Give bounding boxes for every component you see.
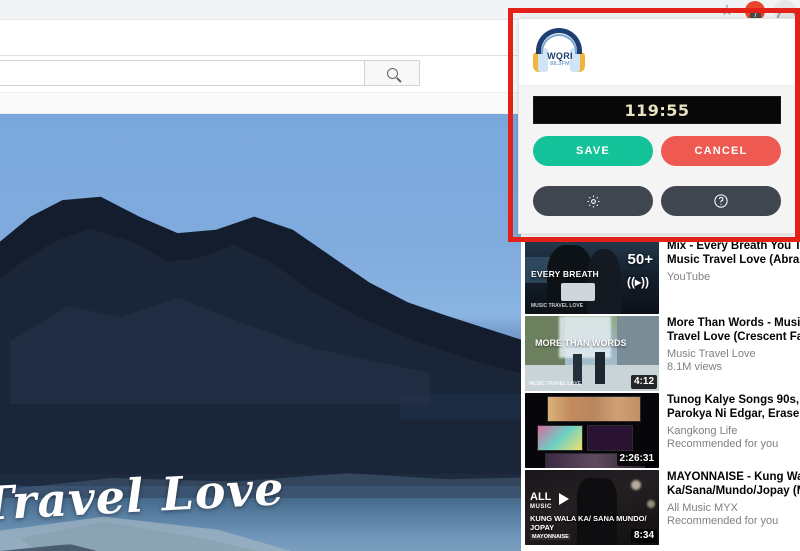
- thumbnail-corner-logo: MAYONNAISE: [530, 534, 571, 540]
- help-button[interactable]: [661, 186, 781, 216]
- thumb-person-left: [573, 354, 582, 384]
- video-views: Recommended for you: [667, 438, 779, 450]
- search-button[interactable]: [365, 60, 420, 86]
- secondary-button-row: [533, 186, 781, 216]
- browser-toolbar: [0, 0, 800, 20]
- video-title-line2: Travel Love (Crescent Falls,...: [667, 331, 800, 343]
- search-icon: [386, 67, 398, 79]
- video-views: Recommended for you: [667, 515, 779, 527]
- list-item[interactable]: 2:26:31 Tunog Kalye Songs 90s, Parokya N…: [525, 393, 800, 470]
- thumbnail-corner-logo: MUSIC TRAVEL LOVE: [529, 381, 582, 387]
- primary-button-row: SAVE CANCEL: [533, 136, 781, 166]
- thumbnail-text: MORE THAN WORDS: [535, 338, 627, 348]
- gear-icon: [586, 194, 601, 209]
- popup-header: WQRI 88.3FM: [519, 19, 795, 86]
- video-channel[interactable]: All Music MYX: [667, 502, 800, 514]
- video-duration: 8:34: [630, 529, 657, 543]
- station-frequency: 88.3FM: [550, 61, 570, 67]
- video-meta: Mix - Every Breath You Take Music Travel…: [667, 239, 800, 284]
- video-title-line1: Tunog Kalye Songs 90s,: [667, 394, 800, 406]
- station-logo-text: WQRI 88.3FM: [544, 52, 576, 68]
- video-title-line2: Music Travel Love (Abraham: [667, 254, 800, 266]
- video-thumbnail[interactable]: 2:26:31: [525, 393, 659, 468]
- video-channel[interactable]: Music Travel Love: [667, 348, 800, 360]
- video-meta: Tunog Kalye Songs 90s, Parokya Ni Edgar,…: [667, 393, 800, 450]
- thumbnail-text: EVERY BREATH: [531, 269, 599, 279]
- thumbnail-text: ALL MUSIC: [530, 492, 552, 512]
- video-title-line1: Mix - Every Breath You Take: [667, 240, 800, 252]
- settings-button[interactable]: [533, 186, 653, 216]
- list-item[interactable]: ALL MUSIC KUNG WALA KA/ SANA MUNDO/ JOPA…: [525, 470, 800, 547]
- thumb-laptop: [561, 283, 595, 301]
- save-button[interactable]: SAVE: [533, 136, 653, 166]
- question-mark-icon: [713, 193, 729, 209]
- thumbnail-brand-line2: MUSIC: [530, 504, 552, 510]
- video-title[interactable]: MAYONNAISE - Kung Wala Ka/Sana/Mundo/Jop…: [667, 470, 800, 498]
- mix-radio-icon: ((▸)): [626, 275, 649, 289]
- video-views: 8.1M views: [667, 361, 723, 373]
- play-triangle-icon: [559, 493, 569, 505]
- screen-root: ☆ 7 Travel Love EVERY BREATH MUSIC TRAVE…: [0, 0, 800, 551]
- video-channel[interactable]: Kangkong Life: [667, 425, 800, 437]
- popup-body: 119:55 SAVE CANCEL: [519, 86, 795, 228]
- headphones-icon: WQRI 88.3FM: [531, 26, 587, 78]
- list-item[interactable]: MORE THAN WORDS MUSIC TRAVEL LOVE 4:12 M…: [525, 316, 800, 393]
- thumb-stage-light-1: [631, 480, 641, 490]
- thumb-collage-mid-left: [537, 425, 583, 451]
- timer-display: 119:55: [533, 96, 781, 124]
- thumb-stage-light-2: [647, 500, 655, 508]
- list-item[interactable]: EVERY BREATH MUSIC TRAVEL LOVE 50+ ((▸))…: [525, 239, 800, 316]
- video-duration: 4:12: [630, 375, 657, 389]
- video-duration: 2:26:31: [616, 452, 657, 466]
- video-title[interactable]: Tunog Kalye Songs 90s, Parokya Ni Edgar,…: [667, 393, 800, 421]
- video-title-line1: MAYONNAISE - Kung Wala: [667, 471, 800, 483]
- video-title-line2: Parokya Ni Edgar, Eraserhead: [667, 408, 800, 420]
- video-title[interactable]: Mix - Every Breath You Take Music Travel…: [667, 239, 800, 267]
- video-player[interactable]: Travel Love: [0, 114, 521, 551]
- video-meta: More Than Words - Music Travel Love (Cre…: [667, 316, 800, 373]
- thumb-person-right: [595, 352, 605, 384]
- station-callsign: WQRI: [547, 51, 573, 61]
- video-thumbnail[interactable]: EVERY BREATH MUSIC TRAVEL LOVE 50+ ((▸)): [525, 239, 659, 314]
- video-title-line1: More Than Words - Music: [667, 317, 800, 329]
- video-thumbnail[interactable]: ALL MUSIC KUNG WALA KA/ SANA MUNDO/ JOPA…: [525, 470, 659, 545]
- thumb-performer: [577, 478, 617, 545]
- thumb-collage-mid-right: [587, 425, 633, 451]
- mix-count-badge: 50+: [627, 251, 653, 268]
- thumbnail-song-line1: KUNG WALA KA/ SANA: [530, 514, 615, 523]
- thumbnail-corner-logo: MUSIC TRAVEL LOVE: [531, 303, 584, 309]
- thumb-collage-top: [547, 396, 641, 422]
- video-title-line2: Ka/Sana/Mundo/Jopay (MY: [667, 485, 800, 497]
- video-thumbnail[interactable]: MORE THAN WORDS MUSIC TRAVEL LOVE 4:12: [525, 316, 659, 391]
- search-input[interactable]: [0, 60, 365, 86]
- thumb-figure-right: [587, 249, 621, 314]
- video-channel[interactable]: YouTube: [667, 271, 800, 283]
- extension-popup[interactable]: WQRI 88.3FM 119:55 SAVE CANCEL: [518, 18, 796, 234]
- video-meta: MAYONNAISE - Kung Wala Ka/Sana/Mundo/Jop…: [667, 470, 800, 527]
- video-title[interactable]: More Than Words - Music Travel Love (Cre…: [667, 316, 800, 344]
- cancel-button[interactable]: CANCEL: [661, 136, 781, 166]
